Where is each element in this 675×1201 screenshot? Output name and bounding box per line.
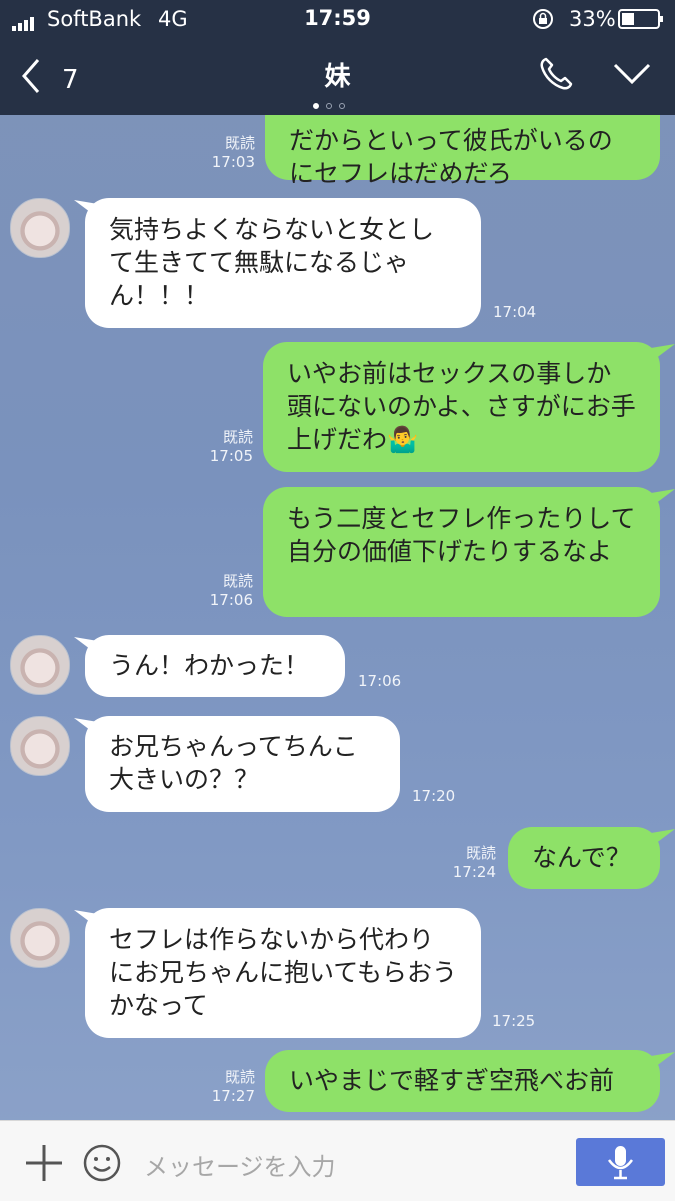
avatar[interactable]: [10, 635, 70, 695]
avatar[interactable]: [10, 198, 70, 258]
outgoing-message[interactable]: いやまじで軽すぎ空飛べお前: [265, 1050, 660, 1112]
message-input[interactable]: メッセージを入力: [144, 1147, 336, 1182]
message-time: 17:06: [358, 672, 402, 690]
read-receipt: 既読 17:27: [211, 1068, 255, 1105]
phone-icon[interactable]: [538, 56, 574, 96]
message-time: 17:25: [492, 1012, 536, 1030]
outgoing-message[interactable]: もう二度とセフレ作ったりして自分の価値下げたりするなよ: [263, 487, 660, 617]
read-receipt: 既読 17:06: [209, 572, 253, 609]
read-receipt: 既読 17:24: [452, 844, 496, 881]
read-receipt: 既読 17:05: [209, 428, 253, 465]
incoming-message[interactable]: 気持ちよくならないと女として生きてて無駄になるじゃん！！！: [85, 198, 481, 328]
page-indicator: [313, 94, 352, 113]
read-receipt: 既読 17:03: [211, 134, 255, 171]
mic-icon: [576, 1146, 665, 1190]
message-time: 17:04: [493, 303, 537, 321]
lock-rotation-icon: [532, 8, 554, 35]
incoming-message[interactable]: お兄ちゃんってちんこ大きいの？？: [85, 716, 400, 812]
avatar[interactable]: [10, 716, 70, 776]
voice-button[interactable]: [576, 1138, 665, 1186]
message-time: 17:20: [412, 787, 456, 805]
outgoing-message[interactable]: いやお前はセックスの事しか頭にないのかよ、さすがにお手上げだわ🤷‍♂️: [263, 342, 660, 472]
battery-icon: [618, 9, 664, 34]
page-dot: [313, 103, 319, 109]
avatar[interactable]: [10, 908, 70, 968]
page-dot: [326, 103, 332, 109]
outgoing-message[interactable]: なんで？: [508, 827, 660, 889]
nav-bar: 7 妹: [0, 48, 675, 109]
bubble-tail: [651, 829, 675, 847]
page-dot: [339, 103, 345, 109]
bubble-tail: [651, 1052, 675, 1070]
chevron-down-icon[interactable]: [612, 62, 652, 90]
emoji-icon[interactable]: [82, 1143, 122, 1187]
bubble-tail: [651, 344, 675, 362]
incoming-message[interactable]: セフレは作らないから代わりにお兄ちゃんに抱いてもらおうかなって: [85, 908, 481, 1038]
status-bar: SoftBank 4G 17:59 33%: [0, 0, 675, 38]
chat-header: SoftBank 4G 17:59 33% 7 妹: [0, 0, 675, 115]
incoming-message[interactable]: うん！わかった！: [85, 635, 345, 697]
bubble-tail: [651, 489, 675, 507]
message-input-bar: メッセージを入力: [0, 1120, 675, 1201]
plus-icon[interactable]: [24, 1143, 64, 1187]
battery-percent: 33%: [569, 7, 616, 31]
